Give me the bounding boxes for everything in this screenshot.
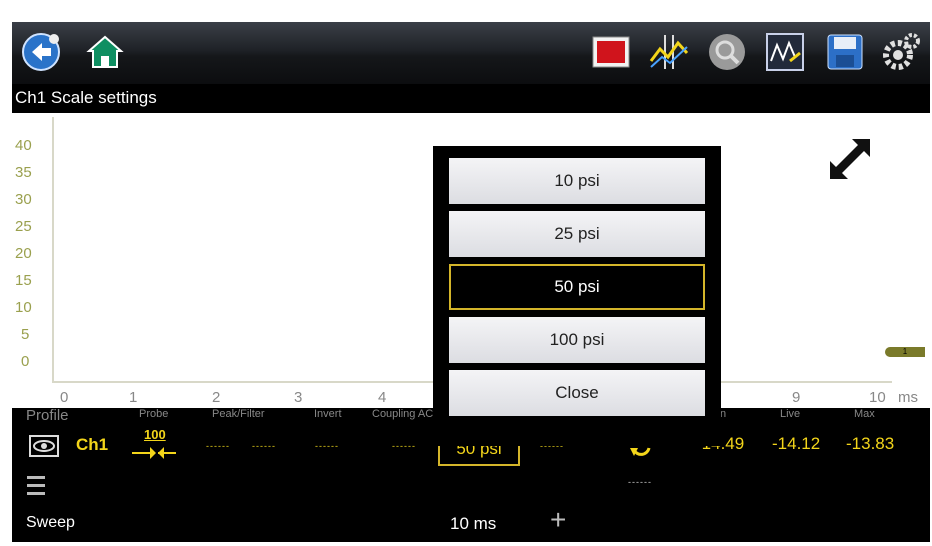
x-tick-label: 2 [212, 389, 221, 406]
page-title: Ch1 Scale settings [12, 84, 930, 112]
top-toolbar [12, 22, 930, 84]
y-tick-label: 10 [15, 299, 32, 316]
x-tick-label: 4 [378, 389, 387, 406]
visibility-toggle[interactable] [28, 434, 60, 463]
invert-label: Invert [314, 408, 342, 420]
y-tick-label: 5 [21, 326, 30, 343]
back-icon [22, 33, 60, 71]
trigger-marker[interactable]: 1 [885, 347, 925, 357]
fullscreen-button[interactable] [822, 131, 878, 192]
settings-button[interactable] [880, 27, 922, 77]
y-tick-label: 0 [21, 353, 30, 370]
live-label: Live [780, 408, 801, 420]
home-icon [86, 35, 124, 68]
scale-option-50psi[interactable]: 50 psi [449, 264, 705, 310]
max-label: Max [854, 408, 875, 420]
y-axis [52, 117, 54, 382]
sweep-label: Sweep [26, 514, 75, 531]
refresh-mode-value: ------ [628, 477, 652, 487]
live-value: -14.12 [772, 434, 821, 453]
channel-list-icon [27, 476, 45, 495]
cursor-split-icon [649, 35, 689, 69]
expand-arrows-icon [830, 139, 870, 179]
probe-value: 100 [144, 427, 166, 442]
save-button[interactable] [824, 27, 866, 77]
channel-menu-button[interactable] [26, 474, 46, 503]
sweep-row: Sweep 10 ms + [12, 502, 930, 542]
scale-option-25psi[interactable]: 25 psi [449, 211, 705, 257]
zoom-icon [709, 34, 745, 70]
scale-popup: 10 psi 25 psi 50 psi 100 psi Close [433, 146, 721, 446]
invert-value: ------ [315, 441, 339, 451]
y-tick-label: 30 [15, 191, 32, 208]
cursor-button[interactable] [648, 27, 690, 77]
sweep-value[interactable]: 10 ms [450, 514, 496, 534]
scope-settings-icon [766, 33, 804, 71]
y-tick-label: 25 [15, 218, 32, 235]
popup-close-button[interactable]: Close [449, 370, 705, 416]
scope-settings-button[interactable] [764, 27, 806, 77]
x-tick-label: 0 [60, 389, 69, 406]
stop-record-icon [592, 36, 630, 68]
y-tick-label: 20 [15, 245, 32, 262]
y-tick-label: 35 [15, 164, 32, 181]
x-unit-label: ms [898, 389, 918, 406]
profile-label: Profile [26, 407, 69, 424]
x-tick-label: 1 [129, 389, 138, 406]
save-icon [827, 34, 863, 70]
y-tick-label: 15 [15, 272, 32, 289]
zoom-button[interactable] [706, 27, 748, 77]
sweep-increase-button[interactable]: + [550, 506, 566, 534]
scope-app-window: Ch1 Scale settings 40 35 30 25 20 15 10 … [12, 22, 930, 542]
eye-icon [29, 435, 59, 457]
y-tick-label: 40 [15, 137, 32, 154]
home-button[interactable] [84, 27, 126, 77]
peak-value: ------ [206, 441, 230, 451]
record-stop-button[interactable] [590, 27, 632, 77]
max-value: -13.83 [846, 434, 895, 453]
probe-arrows-icon [132, 447, 176, 459]
probe-label: Probe [139, 408, 169, 420]
x-tick-label: 10 [869, 389, 886, 406]
coupling-label: Coupling AC [372, 408, 434, 420]
back-button[interactable] [20, 27, 62, 77]
x-tick-label: 9 [792, 389, 801, 406]
settings-gear-icon [883, 33, 920, 70]
channel-name: Ch1 [76, 435, 109, 454]
x-tick-label: 3 [294, 389, 303, 406]
scale-option-100psi[interactable]: 100 psi [449, 317, 705, 363]
coupling-value: ------ [392, 441, 416, 451]
probe-selector[interactable]: 100 [130, 427, 178, 463]
scale-option-10psi[interactable]: 10 psi [449, 158, 705, 204]
filter-value: ------ [252, 441, 276, 451]
peak-filter-label: Peak/Filter [212, 408, 265, 420]
